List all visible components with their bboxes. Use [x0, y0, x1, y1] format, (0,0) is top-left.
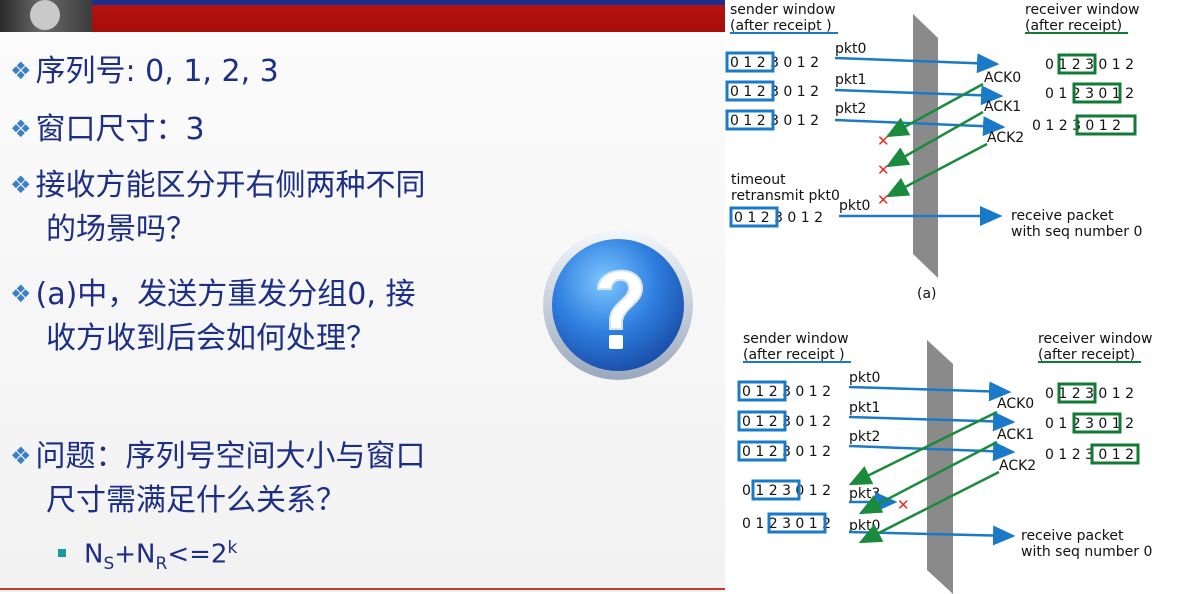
- formula-sub-bullet: NS+NR<=2k: [58, 538, 237, 574]
- sender-row: 0 1 2 3 0 1 2: [730, 55, 819, 71]
- sender-row: 0 1 2 3 0 1 2: [730, 113, 819, 129]
- ack-label: ACK2: [987, 130, 1024, 146]
- receive-packet-label: receive packet: [1011, 208, 1114, 224]
- sliding-window-diagram: sender window (after receipt ) receiver …: [725, 0, 1203, 594]
- ack-label: ACK2: [999, 458, 1036, 474]
- sender-window-title: sender window: [730, 2, 836, 18]
- diagram-caption: (a): [917, 286, 937, 302]
- diagram-b: sender window (after receipt ) receiver …: [737, 331, 1152, 594]
- diamond-bullet-icon: ❖: [10, 442, 32, 470]
- packet-label: pkt2: [835, 101, 866, 117]
- diamond-bullet-icon: ❖: [10, 57, 32, 85]
- receiver-window-subtitle: (after receipt): [1025, 18, 1122, 34]
- packet-label: pkt3: [849, 486, 880, 502]
- receive-seq-label: with seq number 0: [1011, 224, 1142, 240]
- bullet-window-size: ❖ 窗口尺寸：3: [10, 112, 205, 147]
- retransmit-label: retransmit pkt0: [731, 188, 840, 204]
- receive-seq-label: with seq number 0: [1021, 544, 1152, 560]
- packet-label: pkt0: [849, 370, 880, 386]
- packet-label: pkt1: [849, 400, 880, 416]
- sender-window-subtitle: (after receipt ): [730, 18, 832, 34]
- packet-label: pkt0: [835, 41, 866, 57]
- sender-row: 0 1 2 3 0 1 2: [742, 384, 831, 400]
- slide-footer-line: [0, 588, 725, 590]
- ack-label: ACK0: [997, 396, 1034, 412]
- diamond-bullet-icon: ❖: [10, 280, 32, 308]
- loss-icon: ✕: [897, 496, 910, 514]
- square-bullet-icon: [58, 548, 66, 557]
- packet-label: pkt0: [839, 198, 870, 214]
- packet-label: pkt1: [835, 72, 866, 88]
- diagram-a: sender window (after receipt ) receiver …: [725, 2, 1142, 302]
- receiver-window-title: receiver window: [1038, 331, 1152, 347]
- loss-icon: ✕: [877, 161, 890, 179]
- diamond-bullet-icon: ❖: [10, 171, 32, 199]
- ack-label: ACK0: [984, 70, 1021, 86]
- title-bar-accent: [0, 0, 725, 5]
- sender-row: 0 1 2 3 0 1 2: [742, 483, 831, 499]
- question-mark-icon: [540, 227, 696, 387]
- bullet-sequence-numbers: ❖ 序列号: 0, 1, 2, 3: [10, 54, 279, 89]
- receiver-window-title: receiver window: [1025, 2, 1139, 18]
- sender-window-title: sender window: [743, 331, 849, 347]
- ack-label: ACK1: [984, 99, 1021, 115]
- sender-row: 0 1 2 3 0 1 2: [742, 444, 831, 460]
- packet-label: pkt2: [849, 429, 880, 445]
- loss-icon: ✕: [877, 191, 890, 209]
- receiver-row: 0 1 2 3 0 1 2: [1045, 447, 1134, 463]
- bullet-distinguish-question: ❖ 接收方能区分开右侧两种不同 的场景吗？: [10, 168, 426, 247]
- sender-row: 0 1 2 3 0 1 2: [742, 414, 831, 430]
- receiver-window-subtitle: (after receipt): [1038, 347, 1135, 363]
- sender-window-subtitle: (after receipt ): [743, 347, 845, 363]
- sender-row: 0 1 2 3 0 1 2: [730, 84, 819, 100]
- loss-icon: ✕: [877, 132, 890, 150]
- sender-row: 0 1 2 3 0 1 2: [734, 210, 823, 226]
- bullet-relation-question: ❖ 问题：序列号空间大小与窗口 尺寸需满足什么关系？: [10, 439, 426, 518]
- diamond-bullet-icon: ❖: [10, 115, 32, 143]
- bullet-resend-question: ❖ (a)中，发送方重发分组0, 接收方收到后会如何处理？: [10, 277, 416, 356]
- sender-row: 0 1 2 3 0 1 2: [742, 516, 831, 532]
- receive-packet-label: receive packet: [1021, 528, 1124, 544]
- ack-label: ACK1: [997, 427, 1034, 443]
- presenter-video-thumbnail: [0, 0, 92, 32]
- timeout-label: timeout: [731, 172, 786, 188]
